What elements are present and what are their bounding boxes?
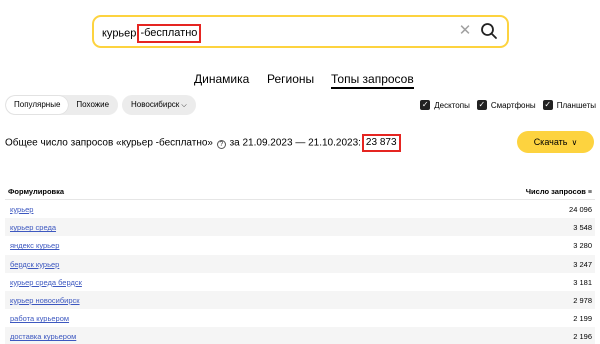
summary-text: Общее число запросов «курьер -бесплатно» (5, 137, 213, 149)
table-row: курьер среда бердск 3 181 (5, 273, 595, 291)
query-count: 3 247 (573, 259, 592, 269)
device-desktop-label: Десктопы (434, 100, 470, 110)
checkbox-checked-icon[interactable]: ✓ (420, 100, 431, 110)
table-row: курьер среда 3 548 (5, 218, 595, 237)
column-header-count-label: Число запросов (525, 187, 586, 196)
search-box[interactable]: курьер -бесплатно ✕ (92, 15, 509, 48)
query-count: 2 978 (573, 295, 592, 305)
tab-dynamics[interactable]: Динамика (194, 72, 249, 86)
total-summary: Общее число запросов «курьер -бесплатно»… (5, 134, 401, 152)
tabs-bar: Динамика Регионы Топы запросов (0, 72, 600, 92)
checkbox-checked-icon[interactable]: ✓ (476, 100, 487, 110)
device-smartphone-label: Смартфоны (490, 100, 536, 110)
help-icon[interactable]: ? (216, 139, 226, 149)
query-link[interactable]: курьер среда бердск (10, 278, 82, 287)
download-button[interactable]: Скачать ∨ (517, 131, 594, 153)
summary-period: за 21.09.2023 — 21.10.2023: (229, 137, 361, 149)
search-icon[interactable] (479, 21, 499, 41)
query-count: 3 181 (573, 277, 592, 287)
query-link[interactable]: работа курьером (10, 314, 69, 323)
queries-table: Формулировка Число запросов ≡ курьер 24 0… (5, 186, 595, 344)
column-header-count[interactable]: Число запросов ≡ (526, 187, 592, 196)
table-row: курьер новосибирск 2 978 (5, 290, 595, 310)
device-filters: ✓ Десктопы ✓ Смартфоны ✓ Планшеты (413, 99, 596, 111)
chevron-down-icon: ∨ (571, 138, 578, 147)
table-row: яндекс курьер 3 280 (5, 236, 595, 254)
region-label: Новосибирск (131, 100, 180, 109)
query-count: 3 548 (573, 223, 592, 233)
segment-similar[interactable]: Похожие (68, 96, 117, 114)
checkbox-checked-icon[interactable]: ✓ (542, 100, 553, 110)
search-query-prefix: курьер (102, 27, 137, 40)
device-smartphone[interactable]: ✓ Смартфоны (476, 100, 536, 110)
region-dropdown[interactable]: Новосибирск ⌵ (122, 95, 196, 115)
device-desktop[interactable]: ✓ Десктопы (420, 100, 470, 110)
table-row: бердск курьер 3 247 (5, 254, 595, 273)
sort-icon[interactable]: ≡ (588, 189, 592, 196)
query-link[interactable]: курьер (10, 205, 33, 214)
total-count: 23 873 (361, 134, 401, 152)
close-icon[interactable]: ✕ (457, 23, 473, 39)
table-row: курьер 24 096 (5, 200, 595, 218)
table-row: доставка курьером 2 196 (5, 327, 595, 344)
column-header-phrase: Формулировка (8, 187, 65, 196)
query-count: 3 280 (573, 241, 592, 251)
search-query-highlight: -бесплатно (137, 24, 202, 43)
segment-popular[interactable]: Популярные (6, 96, 69, 114)
table-row: работа курьером 2 199 (5, 309, 595, 327)
download-label: Скачать (533, 137, 568, 147)
query-link[interactable]: доставка курьером (10, 332, 76, 341)
query-count: 2 196 (573, 332, 592, 342)
query-link[interactable]: яндекс курьер (10, 241, 59, 250)
query-link[interactable]: курьер новосибирск (10, 296, 80, 305)
query-count: 2 199 (573, 314, 592, 324)
device-tablet-label: Планшеты (556, 100, 596, 110)
query-link[interactable]: бердск курьер (10, 260, 59, 269)
tab-regions[interactable]: Регионы (267, 72, 314, 86)
chevron-down-icon: ⌵ (181, 102, 187, 109)
tab-top-queries[interactable]: Топы запросов (331, 72, 414, 89)
query-link[interactable]: курьер среда (10, 223, 56, 232)
search-input[interactable]: курьер -бесплатно (102, 24, 202, 43)
device-tablet[interactable]: ✓ Планшеты (542, 100, 596, 110)
segment-control: Популярные Похожие (5, 95, 119, 115)
table-header: Формулировка Число запросов ≡ (5, 186, 595, 200)
query-count: 24 096 (569, 205, 592, 214)
